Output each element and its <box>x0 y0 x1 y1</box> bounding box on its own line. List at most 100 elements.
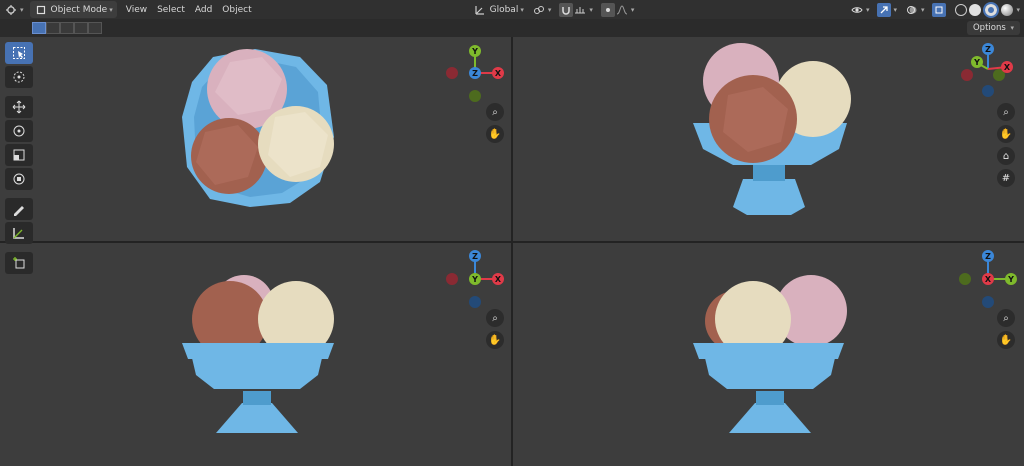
gizmo-label-z: Z <box>985 252 991 261</box>
mode-dropdown[interactable]: Object Mode ▾ <box>29 1 117 18</box>
scene-perspective-view <box>693 43 851 215</box>
transform-icon[interactable] <box>5 168 33 190</box>
wireframe-shading-icon[interactable] <box>955 3 968 16</box>
bowl-stem <box>756 391 784 405</box>
select-invert-mode[interactable] <box>74 22 88 34</box>
menu-object[interactable]: Object <box>217 1 256 18</box>
measure-icon[interactable] <box>5 222 33 244</box>
bowl-rim <box>693 343 844 359</box>
move-icon[interactable] <box>5 96 33 118</box>
zoom-icon[interactable]: ⌕ <box>486 103 504 121</box>
shading-mode-group: ▾ <box>950 1 1024 18</box>
hand-pan-icon[interactable]: ✋ <box>486 125 504 143</box>
hand-pan-icon[interactable]: ✋ <box>997 125 1015 143</box>
editor-type-icon <box>4 3 18 17</box>
options-dropdown[interactable]: Options ▾ <box>966 21 1020 35</box>
mode-label: Object Mode <box>50 4 108 15</box>
add-cube-icon[interactable] <box>5 252 33 274</box>
hand-pan-icon[interactable]: ✋ <box>997 331 1015 349</box>
menu-select[interactable]: Select <box>152 1 190 18</box>
select-extend-mode[interactable] <box>46 22 60 34</box>
xray-icon <box>932 2 947 17</box>
gizmo-label-x: X <box>495 275 502 284</box>
gizmo-label-z: Z <box>985 45 991 54</box>
overlay-button[interactable]: ▾ <box>901 1 929 18</box>
chevron-down-icon: ▾ <box>630 5 635 14</box>
navigation-gizmo[interactable]: Y X Z <box>440 43 510 109</box>
select-subtract-mode[interactable] <box>60 22 74 34</box>
cursor-icon[interactable] <box>5 66 33 88</box>
gizmo-x-neg[interactable] <box>961 69 973 81</box>
chevron-down-icon: ▾ <box>893 5 897 14</box>
select-intersect-mode[interactable] <box>88 22 102 34</box>
gizmo-label-z: Z <box>472 252 478 261</box>
navigation-gizmo[interactable]: Z Y X <box>953 247 1023 313</box>
camera-icon[interactable]: ⌂ <box>997 147 1015 165</box>
eye-icon <box>850 3 864 17</box>
gizmo-icon <box>877 2 892 17</box>
bowl-stem <box>243 391 271 405</box>
bowl-base <box>729 403 811 433</box>
chevron-down-icon: ▾ <box>589 5 593 14</box>
gizmo-label-y: Y <box>471 47 478 56</box>
tool-separator <box>5 246 35 250</box>
gizmo-label-y: Y <box>973 58 980 67</box>
chevron-down-icon: ▾ <box>547 5 552 14</box>
menu-view[interactable]: View <box>121 1 152 18</box>
solid-shading-icon[interactable] <box>969 3 982 16</box>
navigation-gizmo[interactable]: Z X Y <box>440 247 510 313</box>
bowl-base <box>216 403 298 433</box>
pivot-button[interactable]: ▾ <box>528 1 556 18</box>
gizmo-toggle-button[interactable]: ▾ <box>873 1 901 18</box>
gizmo-z-neg[interactable] <box>982 85 994 97</box>
object-mode-icon <box>34 3 48 17</box>
scale-icon[interactable] <box>5 144 33 166</box>
chevron-down-icon: ▾ <box>109 5 113 14</box>
viewport-perspective-view[interactable]: Z Y X ⌕ ✋ ⌂ # <box>513 37 1024 241</box>
orientation-dropdown[interactable]: Global ▾ <box>469 1 528 18</box>
scene-front-view <box>182 275 334 433</box>
gizmo-y-neg[interactable] <box>469 90 481 102</box>
overlay-icon <box>905 3 919 17</box>
chevron-down-icon: ▾ <box>520 5 524 14</box>
bowl-body <box>192 358 322 389</box>
gizmo-x-neg[interactable] <box>446 273 458 285</box>
editor-type-button[interactable]: ▾ <box>0 1 28 18</box>
visibility-button[interactable]: ▾ <box>846 1 874 18</box>
options-label: Options <box>972 23 1006 33</box>
zoom-icon[interactable]: ⌕ <box>997 103 1015 121</box>
gizmo-x-neg[interactable] <box>446 67 458 79</box>
gizmo-y-neg[interactable] <box>959 273 971 285</box>
gizmo-label-x: X <box>495 69 502 78</box>
material-preview-icon[interactable] <box>983 1 1000 18</box>
proportional-edit-button[interactable]: ▾ <box>597 1 639 18</box>
chevron-down-icon: ▾ <box>920 5 925 14</box>
scene-side-view <box>693 275 847 433</box>
gizmo-z-neg[interactable] <box>982 296 994 308</box>
navigation-gizmo[interactable]: Z Y X <box>955 41 1021 101</box>
chevron-down-icon[interactable]: ▾ <box>1016 6 1020 14</box>
xray-button[interactable] <box>928 1 950 18</box>
viewport-top-view[interactable]: Y X Z ⌕ ✋ <box>0 37 511 241</box>
annotate-icon[interactable] <box>5 198 33 220</box>
bowl-body <box>705 358 835 389</box>
gizmo-z-neg[interactable] <box>469 296 481 308</box>
zoom-icon[interactable]: ⌕ <box>486 309 504 327</box>
viewport-front-view[interactable]: Z X Y ⌕ ✋ <box>0 243 511 466</box>
tool-separator <box>5 192 35 196</box>
rendered-shading-icon[interactable] <box>1001 3 1014 16</box>
viewport-side-view[interactable]: Z Y X ⌕ ✋ <box>513 243 1024 466</box>
snap-button[interactable]: ▾ <box>555 1 597 18</box>
rotate-icon[interactable] <box>5 120 33 142</box>
zoom-icon[interactable]: ⌕ <box>997 309 1015 327</box>
menu-add[interactable]: Add <box>190 1 217 18</box>
hand-pan-icon[interactable]: ✋ <box>486 331 504 349</box>
bowl-base <box>733 179 805 215</box>
select-box-icon[interactable] <box>5 42 33 64</box>
grid-icon[interactable]: # <box>997 169 1015 187</box>
magnet-icon <box>559 2 574 17</box>
select-new-mode[interactable] <box>32 22 46 34</box>
chevron-down-icon: ▾ <box>865 5 870 14</box>
gizmo-label-x: X <box>1004 63 1011 72</box>
orientation-label: Global <box>489 4 519 15</box>
